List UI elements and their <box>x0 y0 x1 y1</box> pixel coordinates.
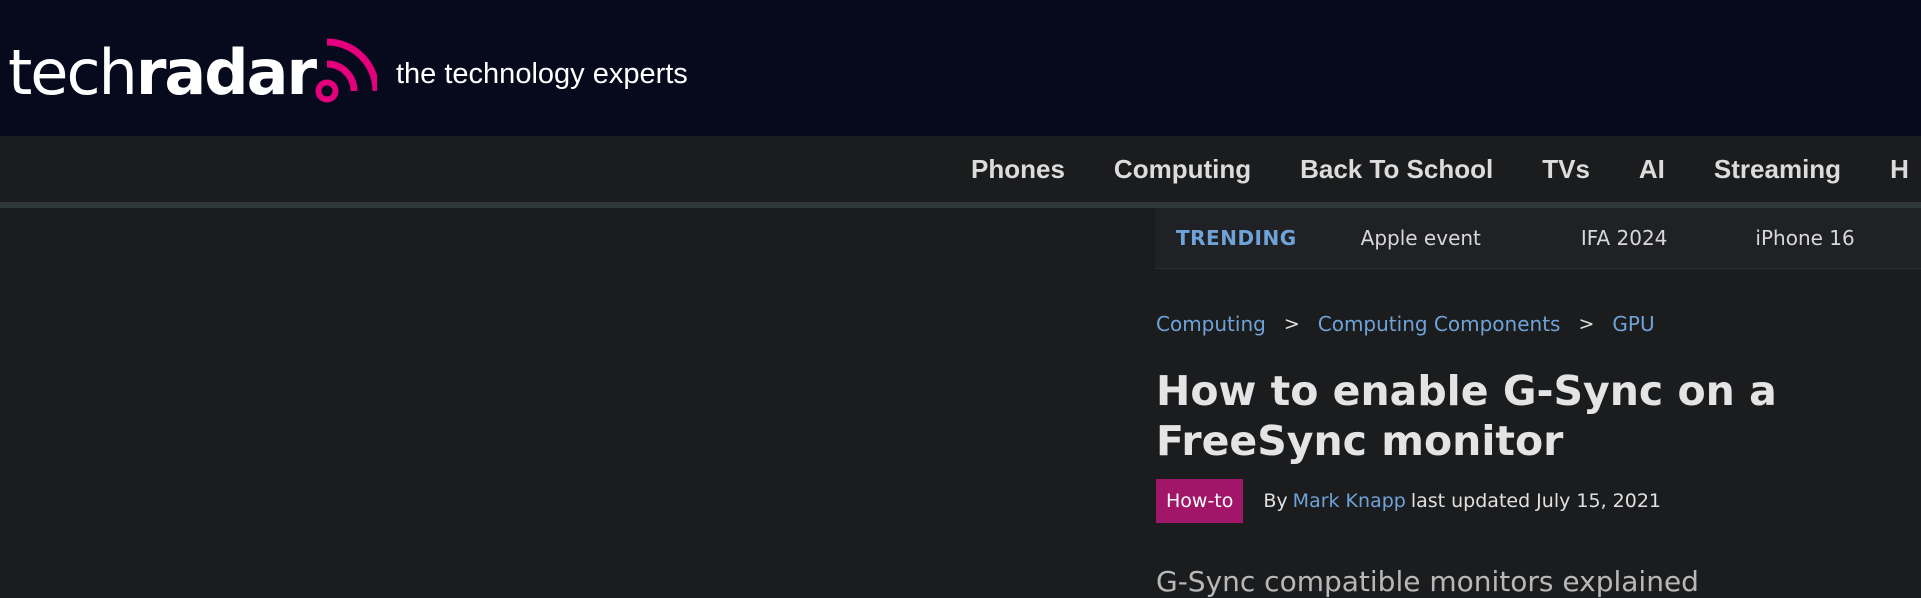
article-byline: How-to By Mark Knapp last updated July 1… <box>1156 479 1661 523</box>
logo-text-light: tech <box>8 36 138 109</box>
article-title: How to enable G-Sync on a FreeSync monit… <box>1156 367 1777 465</box>
trending-bar: TRENDING Apple event IFA 2024 iPhone 16 … <box>1155 208 1921 269</box>
breadcrumb-computing-components[interactable]: Computing Components <box>1318 312 1561 336</box>
logo-wordmark: techradar <box>8 42 317 104</box>
trending-link-iphone-16[interactable]: iPhone 16 <box>1755 226 1854 250</box>
site-header: techradar the technology experts <box>0 0 1921 136</box>
author-link[interactable]: Mark Knapp <box>1293 490 1406 512</box>
trending-link-apple-event[interactable]: Apple event <box>1361 226 1481 250</box>
trending-link-ifa-2024[interactable]: IFA 2024 <box>1581 226 1668 250</box>
signal-wifi-icon <box>315 38 378 103</box>
breadcrumb-separator: > <box>1578 313 1595 335</box>
nav-item-computing[interactable]: Computing <box>1114 154 1251 185</box>
logo-text-bold: radar <box>135 36 317 109</box>
breadcrumb-computing[interactable]: Computing <box>1156 312 1266 336</box>
trending-label: TRENDING <box>1176 226 1297 250</box>
article-standfirst: G-Sync compatible monitors explained <box>1156 565 1699 598</box>
nav-item-tvs[interactable]: TVs <box>1542 154 1590 185</box>
last-updated-date: last updated July 15, 2021 <box>1410 490 1662 512</box>
breadcrumb-separator: > <box>1283 313 1300 335</box>
breadcrumb-gpu[interactable]: GPU <box>1612 312 1654 336</box>
site-tagline: the technology experts <box>396 58 688 90</box>
nav-item-truncated[interactable]: H <box>1890 154 1909 185</box>
article-type-badge[interactable]: How-to <box>1156 479 1244 523</box>
nav-item-back-to-school[interactable]: Back To School <box>1300 154 1493 185</box>
nav-item-ai[interactable]: AI <box>1639 154 1665 185</box>
techradar-logo[interactable]: techradar <box>8 24 378 104</box>
nav-item-phones[interactable]: Phones <box>971 154 1065 185</box>
byline-prefix: By <box>1263 490 1288 512</box>
breadcrumb: Computing > Computing Components > GPU <box>1156 312 1655 336</box>
main-nav-list: Phones Computing Back To School TVs AI S… <box>971 136 1909 202</box>
main-nav: Phones Computing Back To School TVs AI S… <box>0 136 1921 208</box>
nav-item-streaming[interactable]: Streaming <box>1714 154 1841 185</box>
